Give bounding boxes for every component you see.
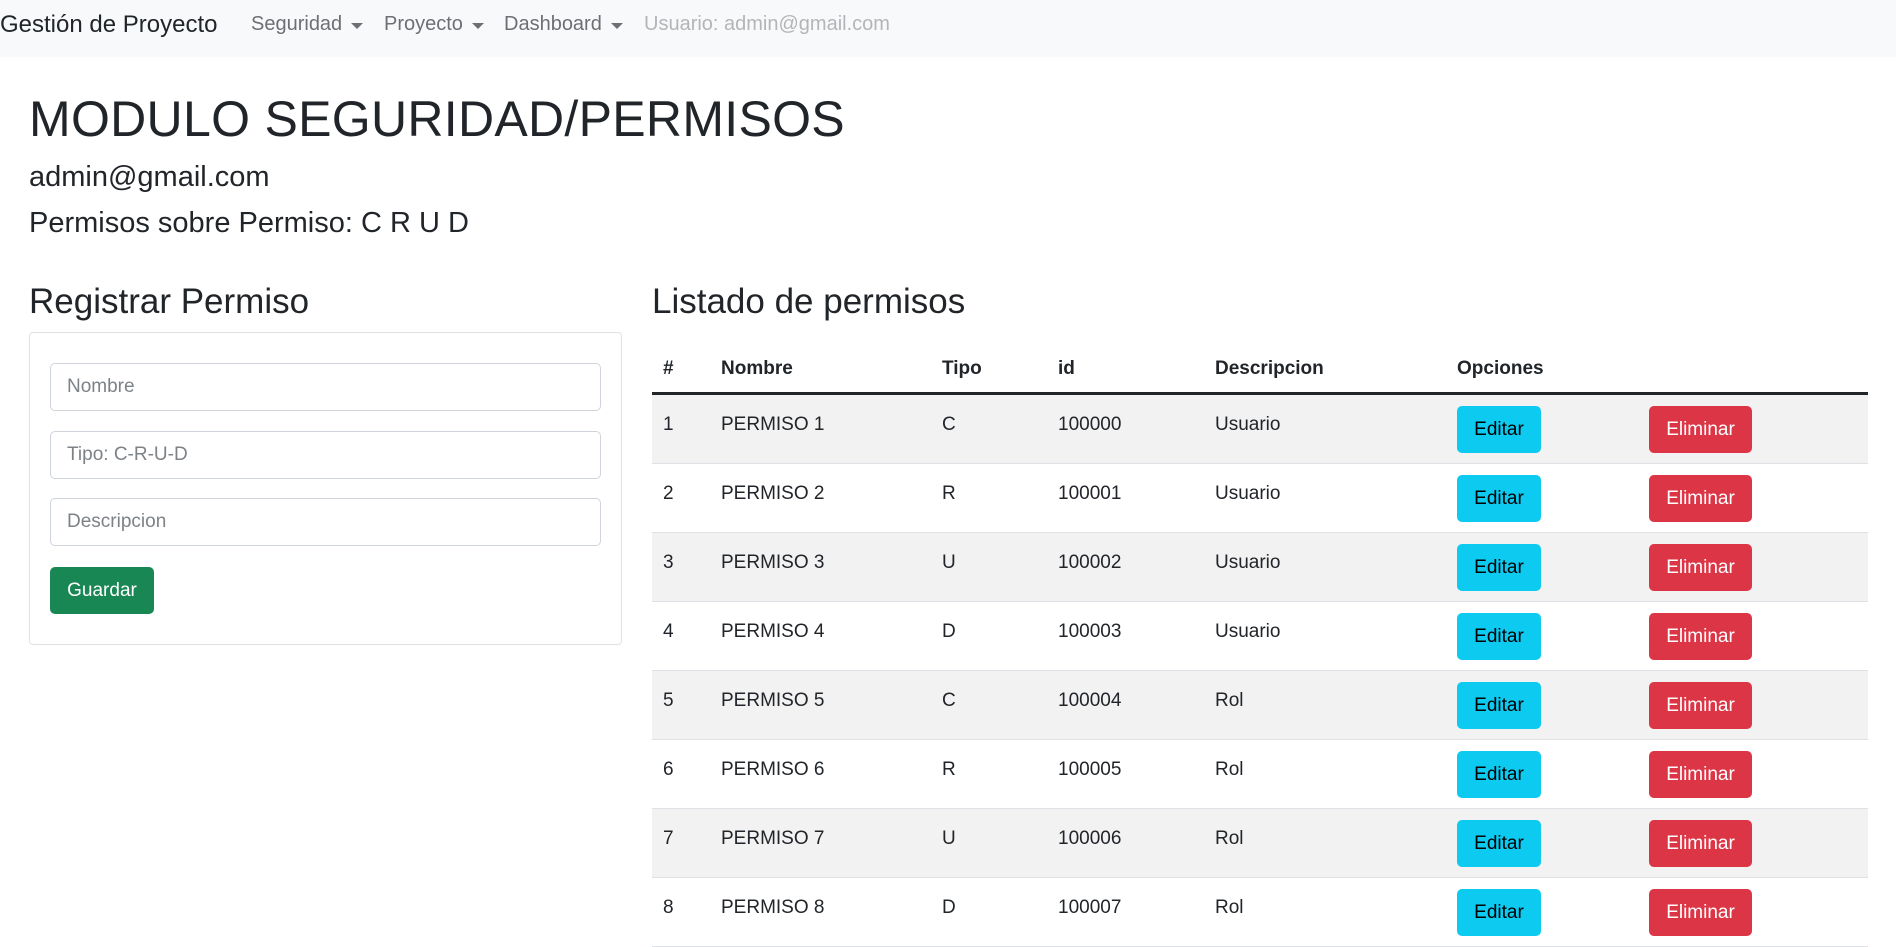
menu-proyecto[interactable]: Proyecto <box>384 13 484 36</box>
table-row: 8 PERMISO 8 D 100007 Rol Editar Eliminar <box>652 878 1868 947</box>
navbar: Gestión de Proyecto Seguridad Proyecto D… <box>0 0 1896 57</box>
cell-num: 1 <box>663 414 674 435</box>
edit-button[interactable]: Editar <box>1457 475 1541 522</box>
cell-descripcion: Rol <box>1215 759 1244 780</box>
cell-nombre: PERMISO 6 <box>721 759 825 780</box>
cell-id: 100001 <box>1058 483 1122 504</box>
delete-button[interactable]: Eliminar <box>1649 613 1752 660</box>
table-row: 6 PERMISO 6 R 100005 Rol Editar Eliminar <box>652 740 1868 809</box>
user-email: admin@gmail.com <box>29 161 270 193</box>
table-row: 7 PERMISO 7 U 100006 Rol Editar Eliminar <box>652 809 1868 878</box>
table-row: 5 PERMISO 5 C 100004 Rol Editar Eliminar <box>652 671 1868 740</box>
cell-nombre: PERMISO 2 <box>721 483 825 504</box>
table-header: # Nombre Tipo id Descripcion Opciones <box>652 350 1868 395</box>
cell-tipo: R <box>942 759 956 780</box>
table-row: 2 PERMISO 2 R 100001 Usuario Editar Eliminar <box>652 464 1868 533</box>
cell-id: 100000 <box>1058 414 1122 435</box>
cell-num: 7 <box>663 828 674 849</box>
save-button[interactable]: Guardar <box>50 567 154 614</box>
cell-nombre: PERMISO 5 <box>721 690 825 711</box>
permissions-table: # Nombre Tipo id Descripcion Opciones 1 P… <box>652 350 1868 947</box>
delete-button[interactable]: Eliminar <box>1649 682 1752 729</box>
cell-descripcion: Usuario <box>1215 483 1281 504</box>
column-header-opciones: Opciones <box>1457 358 1544 379</box>
nombre-input[interactable] <box>50 363 601 411</box>
caret-down-icon <box>610 22 623 29</box>
cell-nombre: PERMISO 8 <box>721 897 825 918</box>
page-title: MODULO SEGURIDAD/PERMISOS <box>29 91 845 147</box>
cell-tipo: C <box>942 690 956 711</box>
delete-button[interactable]: Eliminar <box>1649 475 1752 522</box>
cell-nombre: PERMISO 4 <box>721 621 825 642</box>
table-title: Listado de permisos <box>652 282 966 321</box>
cell-id: 100003 <box>1058 621 1122 642</box>
delete-button[interactable]: Eliminar <box>1649 889 1752 936</box>
cell-tipo: D <box>942 621 956 642</box>
cell-tipo: U <box>942 828 956 849</box>
menu-seguridad-label: Seguridad <box>251 13 343 35</box>
column-header-descripcion: Descripcion <box>1215 358 1324 379</box>
register-form-card: Guardar <box>29 332 622 645</box>
table-row: 1 PERMISO 1 C 100000 Usuario Editar Eliminar <box>652 395 1868 464</box>
cell-nombre: PERMISO 3 <box>721 552 825 573</box>
caret-down-icon <box>351 22 364 29</box>
descripcion-input[interactable] <box>50 498 601 546</box>
cell-descripcion: Usuario <box>1215 414 1281 435</box>
delete-button[interactable]: Eliminar <box>1649 406 1752 453</box>
form-title: Registrar Permiso <box>29 282 310 321</box>
cell-id: 100007 <box>1058 897 1122 918</box>
cell-num: 4 <box>663 621 674 642</box>
cell-id: 100005 <box>1058 759 1122 780</box>
cell-num: 8 <box>663 897 674 918</box>
caret-down-icon <box>471 22 484 29</box>
edit-button[interactable]: Editar <box>1457 889 1541 936</box>
edit-button[interactable]: Editar <box>1457 751 1541 798</box>
column-header-tipo: Tipo <box>942 358 982 379</box>
delete-button[interactable]: Eliminar <box>1649 544 1752 591</box>
edit-button[interactable]: Editar <box>1457 406 1541 453</box>
tipo-input[interactable] <box>50 431 601 479</box>
navbar-brand[interactable]: Gestión de Proyecto <box>0 11 217 39</box>
table-row: 4 PERMISO 4 D 100003 Usuario Editar Eliminar <box>652 602 1868 671</box>
cell-descripcion: Usuario <box>1215 621 1281 642</box>
cell-descripcion: Rol <box>1215 897 1244 918</box>
cell-tipo: U <box>942 552 956 573</box>
table-row: 3 PERMISO 3 U 100002 Usuario Editar Eliminar <box>652 533 1868 602</box>
table-body: 1 PERMISO 1 C 100000 Usuario Editar Eliminar 2 P… <box>652 395 1868 947</box>
cell-num: 5 <box>663 690 674 711</box>
edit-button[interactable]: Editar <box>1457 820 1541 867</box>
cell-id: 100006 <box>1058 828 1122 849</box>
column-header-num: # <box>663 358 674 379</box>
cell-descripcion: Rol <box>1215 828 1244 849</box>
menu-proyecto-label: Proyecto <box>384 13 463 35</box>
cell-num: 2 <box>663 483 674 504</box>
cell-descripcion: Usuario <box>1215 552 1281 573</box>
cell-id: 100004 <box>1058 690 1122 711</box>
menu-dashboard[interactable]: Dashboard <box>504 13 623 36</box>
permissions-summary: Permisos sobre Permiso: C R U D <box>29 207 469 239</box>
cell-tipo: C <box>942 414 956 435</box>
cell-nombre: PERMISO 1 <box>721 414 825 435</box>
edit-button[interactable]: Editar <box>1457 613 1541 660</box>
menu-dashboard-label: Dashboard <box>504 13 602 35</box>
delete-button[interactable]: Eliminar <box>1649 820 1752 867</box>
cell-tipo: R <box>942 483 956 504</box>
cell-num: 3 <box>663 552 674 573</box>
column-header-nombre: Nombre <box>721 358 793 379</box>
column-header-id: id <box>1058 358 1075 379</box>
navbar-user: Usuario: admin@gmail.com <box>644 13 890 35</box>
cell-descripcion: Rol <box>1215 690 1244 711</box>
edit-button[interactable]: Editar <box>1457 544 1541 591</box>
cell-tipo: D <box>942 897 956 918</box>
menu-seguridad[interactable]: Seguridad <box>251 13 364 36</box>
cell-nombre: PERMISO 7 <box>721 828 825 849</box>
edit-button[interactable]: Editar <box>1457 682 1541 729</box>
delete-button[interactable]: Eliminar <box>1649 751 1752 798</box>
cell-num: 6 <box>663 759 674 780</box>
cell-id: 100002 <box>1058 552 1122 573</box>
